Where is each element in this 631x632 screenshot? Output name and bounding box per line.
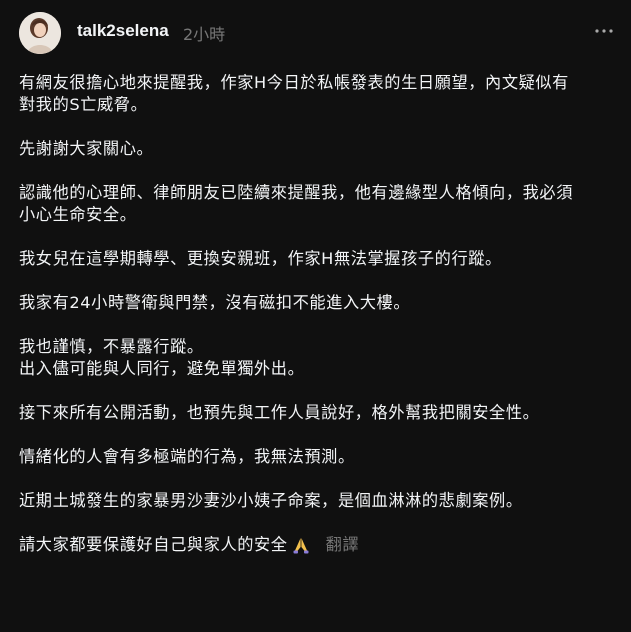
post-header: talk2selena 2小時 <box>0 0 631 64</box>
text-line: 對我的S亡威脅。 <box>19 95 148 114</box>
paragraph: 認識他的心理師、律師朋友已陸續來提醒我，他有邊緣型人格傾向，我必須 小心生命安全… <box>19 182 619 226</box>
text-line: 有網友很擔心地來提醒我，作家H今日於私帳發表的生日願望，內文疑似有 <box>19 73 569 92</box>
text-line: 我家有24小時警衛與門禁，沒有磁扣不能進入大樓。 <box>19 293 411 312</box>
paragraph: 請大家都要保護好自己與家人的安全 翻譯 <box>19 534 619 556</box>
paragraph: 我也謹慎，不暴露行蹤。 出入儘可能與人同行，避免單獨外出。 <box>19 336 619 380</box>
translate-link[interactable]: 翻譯 <box>326 534 360 556</box>
post-timestamp: 2小時 <box>183 25 226 44</box>
text-line: 先謝謝大家關心。 <box>19 139 154 158</box>
text-line: 近期土城發生的家暴男沙妻沙小姨子命案，是個血淋淋的悲劇案例。 <box>19 491 523 510</box>
paragraph: 接下來所有公開活動，也預先與工作人員說好，格外幫我把關安全性。 <box>19 402 619 424</box>
username[interactable]: talk2selena <box>77 21 169 41</box>
text-line: 小心生命安全。 <box>19 205 137 224</box>
text-line: 出入儘可能與人同行，避免單獨外出。 <box>19 359 305 378</box>
paragraph: 近期土城發生的家暴男沙妻沙小姨子命案，是個血淋淋的悲劇案例。 <box>19 490 619 512</box>
paragraph: 我女兒在這學期轉學、更換安親班，作家H無法掌握孩子的行蹤。 <box>19 248 619 270</box>
praying-hands-icon <box>293 538 309 554</box>
text-line: 我也謹慎，不暴露行蹤。 <box>19 337 204 356</box>
paragraph: 情緒化的人會有多極端的行為，我無法預測。 <box>19 446 619 468</box>
post-body: 有網友很擔心地來提醒我，作家H今日於私帳發表的生日願望，內文疑似有 對我的S亡威… <box>19 72 619 578</box>
more-horizontal-icon <box>595 29 613 33</box>
text-line: 接下來所有公開活動，也預先與工作人員說好，格外幫我把關安全性。 <box>19 403 540 422</box>
text-line: 請大家都要保護好自己與家人的安全 <box>19 535 288 554</box>
paragraph: 我家有24小時警衛與門禁，沒有磁扣不能進入大樓。 <box>19 292 619 314</box>
avatar[interactable] <box>19 12 61 54</box>
avatar-photo <box>19 12 61 54</box>
text-line: 情緒化的人會有多極端的行為，我無法預測。 <box>19 447 355 466</box>
text-line: 我女兒在這學期轉學、更換安親班，作家H無法掌握孩子的行蹤。 <box>19 249 502 268</box>
threads-post: talk2selena 2小時 有網友很擔心地來提醒我，作家H今日於私帳發表的生… <box>0 0 631 632</box>
paragraph: 有網友很擔心地來提醒我，作家H今日於私帳發表的生日願望，內文疑似有 對我的S亡威… <box>19 72 619 116</box>
text-line: 認識他的心理師、律師朋友已陸續來提醒我，他有邊緣型人格傾向，我必須 <box>19 183 573 202</box>
paragraph: 先謝謝大家關心。 <box>19 138 619 160</box>
more-options-button[interactable] <box>592 20 616 42</box>
